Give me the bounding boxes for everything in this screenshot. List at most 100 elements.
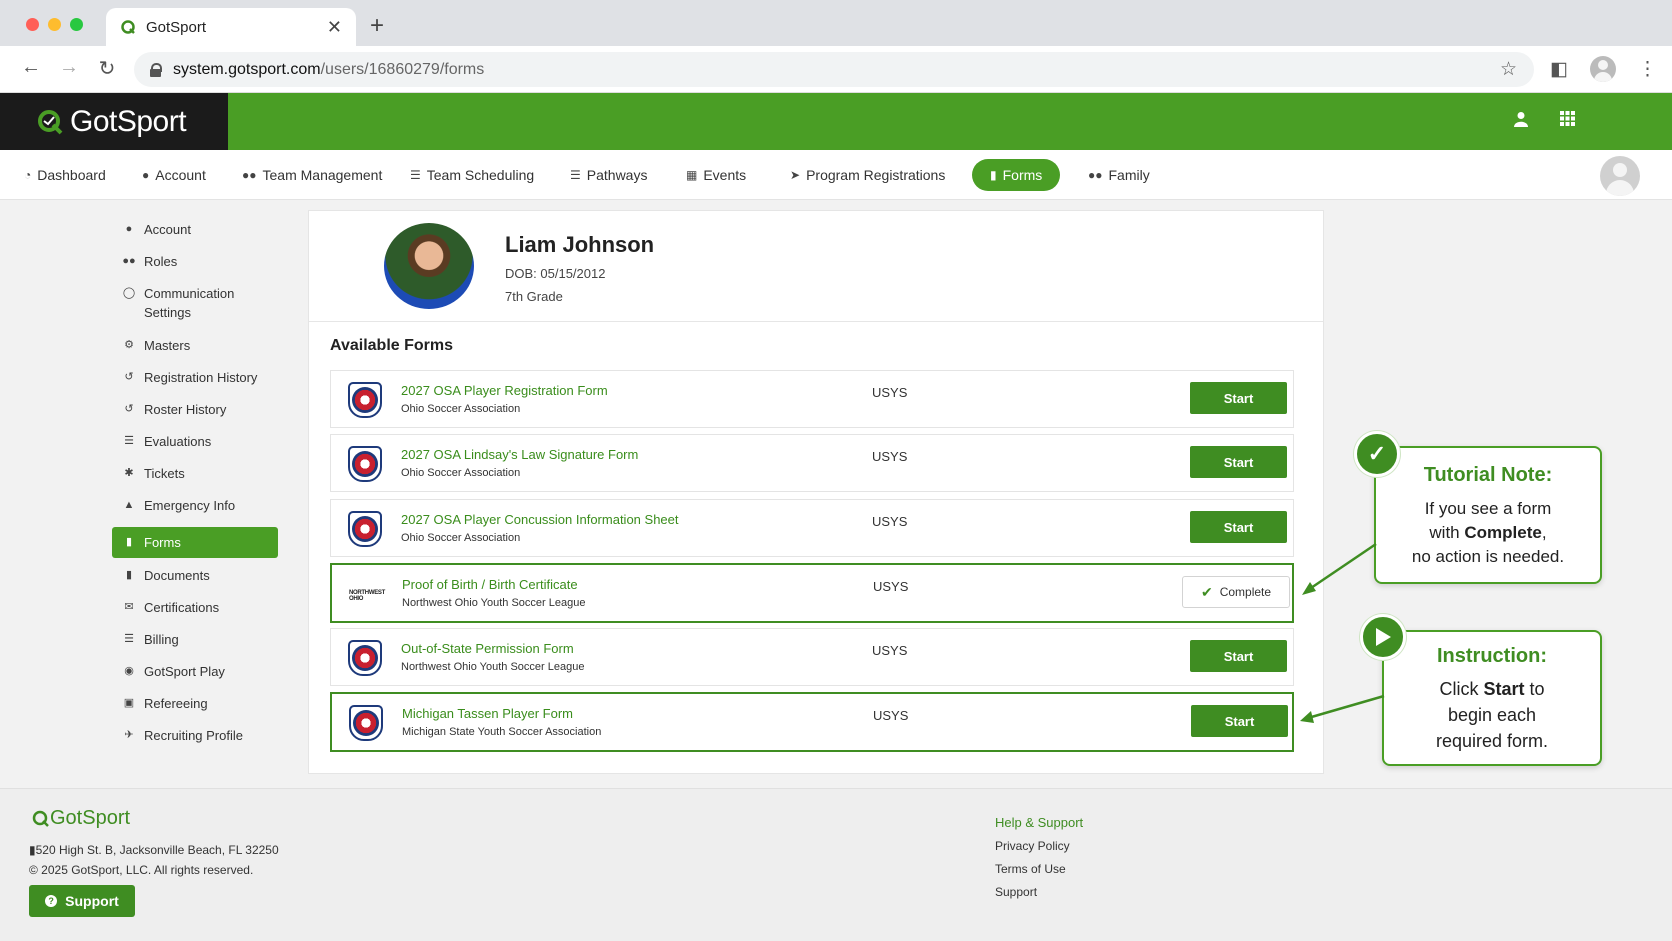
sidebar-item-refereeing[interactable]: ▣ Refereeing	[112, 694, 278, 713]
form-title-link[interactable]: Out-of-State Permission Form	[401, 641, 574, 656]
users-icon: ●●	[122, 255, 136, 267]
user-icon: ●	[142, 168, 150, 182]
nav-forms[interactable]: ▮ Forms	[972, 159, 1061, 191]
start-button[interactable]: Start	[1190, 446, 1287, 478]
sidebar-item-roles[interactable]: ●● Roles	[112, 252, 278, 271]
address-bar[interactable]: system.gotsport.com/users/16860279/forms	[134, 52, 1534, 87]
nav-dashboard[interactable]: ◔ Dashboard	[24, 164, 106, 186]
browser-menu-icon[interactable]: ⋮	[1638, 58, 1657, 81]
footer-copyright: © 2025 GotSport, LLC. All rights reserve…	[29, 863, 254, 877]
bold-text: Start	[1483, 679, 1525, 699]
address-text: 520 High St. B, Jacksonville Beach, FL 3…	[35, 843, 279, 857]
nav-events[interactable]: ▦ Events	[686, 164, 746, 186]
rocket-icon: ✈	[124, 729, 134, 741]
new-tab-icon[interactable]: +	[370, 12, 384, 40]
gear-icon: ⚙	[124, 339, 134, 351]
browser-tab-bar: GotSport ✕ +	[0, 0, 1672, 46]
privacy-policy-link[interactable]: Privacy Policy	[995, 839, 1070, 853]
sidebar-item-communication-settings[interactable]: ◯ Communication Settings	[112, 284, 278, 322]
sidebar-item-label: Communication Settings	[144, 284, 234, 322]
footer: GotSport ▮520 High St. B, Jacksonville B…	[0, 788, 1672, 941]
lock-icon: ▲	[123, 499, 135, 511]
chat-icon: ◯	[122, 287, 136, 299]
reload-icon[interactable]: ↻	[94, 56, 120, 81]
text: to	[1524, 679, 1545, 699]
forward-icon[interactable]: →	[56, 56, 82, 79]
maximize-window-button[interactable]	[70, 18, 83, 31]
form-row: 2027 OSA Player Registration Form Ohio S…	[330, 370, 1294, 428]
back-icon[interactable]: ←	[18, 56, 44, 79]
nav-family[interactable]: ●● Family	[1088, 164, 1150, 186]
sidebar-item-evaluations[interactable]: ☰ Evaluations	[112, 432, 278, 451]
form-title-link[interactable]: Michigan Tassen Player Form	[402, 706, 573, 721]
form-type: USYS	[872, 643, 908, 658]
sidebar-item-masters[interactable]: ⚙ Masters	[112, 336, 278, 355]
form-type: USYS	[873, 579, 909, 594]
form-title-link[interactable]: 2027 OSA Player Registration Form	[401, 383, 608, 398]
users-icon: ●●	[1088, 168, 1103, 182]
file-icon: ▮	[125, 569, 133, 581]
form-title-link[interactable]: 2027 OSA Lindsay's Law Signature Form	[401, 447, 638, 462]
nav-team-scheduling[interactable]: ☰ Team Scheduling	[410, 164, 534, 186]
user-icon[interactable]	[1514, 111, 1528, 132]
sidebar-item-billing[interactable]: ☰ Billing	[112, 630, 278, 649]
sidebar-item-roster-history[interactable]: ↺ Roster History	[112, 400, 278, 419]
sidebar-item-recruiting-profile[interactable]: ✈ Recruiting Profile	[112, 726, 278, 745]
text: ,	[1541, 523, 1547, 542]
profile-name: Liam Johnson	[505, 232, 655, 257]
sidebar-item-registration-history[interactable]: ↺ Registration History	[112, 368, 278, 387]
minimize-window-button[interactable]	[48, 18, 61, 31]
start-button[interactable]: Start	[1190, 382, 1287, 414]
start-button[interactable]: Start	[1191, 705, 1288, 737]
nav-account[interactable]: ● Account	[142, 164, 206, 186]
instruction-arrow	[1300, 694, 1385, 723]
user-avatar[interactable]	[1600, 156, 1640, 196]
callout-line: If you see a form	[1424, 499, 1552, 518]
form-row: 2027 OSA Lindsay's Law Signature Form Oh…	[330, 434, 1294, 492]
check-circle-icon: ✓	[1354, 431, 1400, 477]
terms-of-use-link[interactable]: Terms of Use	[995, 862, 1066, 876]
footer-support-button[interactable]: ? Support	[29, 885, 135, 917]
callout-line: begin each	[1447, 705, 1537, 725]
complete-status-button[interactable]: ✔ Complete	[1182, 576, 1290, 608]
support-link[interactable]: Support	[995, 885, 1037, 899]
form-org: Ohio Soccer Association	[401, 403, 521, 415]
start-button[interactable]: Start	[1190, 640, 1287, 672]
close-window-button[interactable]	[26, 18, 39, 31]
association-badge-icon	[348, 640, 382, 676]
sidebar-item-label: Evaluations	[144, 434, 212, 449]
form-title-link[interactable]: 2027 OSA Player Concussion Information S…	[401, 512, 679, 527]
bookmark-star-icon[interactable]: ☆	[1500, 58, 1517, 81]
apps-grid-icon[interactable]	[1560, 111, 1575, 131]
sidebar-item-certifications[interactable]: ✉ Certifications	[112, 598, 278, 617]
nav-program-registrations[interactable]: ➤ Program Registrations	[790, 164, 945, 186]
sidebar-item-label: Registration History	[144, 370, 258, 385]
gotsport-logo[interactable]: GotSport	[0, 93, 228, 150]
sidebar-item-forms[interactable]: ▮ Forms	[112, 527, 278, 558]
sidebar-item-gotsport-play[interactable]: ◉ GotSport Play	[112, 662, 278, 681]
form-row: 2027 OSA Player Concussion Information S…	[330, 499, 1294, 557]
sidebar-item-emergency-info[interactable]: ▲ Emergency Info	[112, 496, 278, 515]
footer-logo[interactable]: GotSport	[32, 807, 130, 830]
callout-line: Click Start to	[1384, 676, 1600, 702]
file-icon: ▮	[990, 168, 997, 182]
nav-label: Program Registrations	[806, 167, 946, 183]
callout-line: no action is needed.	[1411, 547, 1565, 566]
close-tab-icon[interactable]: ✕	[327, 17, 342, 38]
browser-profile-avatar[interactable]	[1590, 56, 1616, 82]
start-button[interactable]: Start	[1190, 511, 1287, 543]
sidebar-item-account[interactable]: ● Account	[112, 220, 278, 239]
sidebar-item-label: GotSport Play	[144, 664, 225, 679]
text: Click	[1439, 679, 1484, 699]
sidebar-item-tickets[interactable]: ✱ Tickets	[112, 464, 278, 483]
nav-team-management[interactable]: ●● Team Management	[242, 164, 382, 186]
lock-icon	[150, 63, 162, 77]
side-panel-icon[interactable]: ◧	[1550, 58, 1568, 81]
browser-tab[interactable]: GotSport ✕	[106, 8, 356, 46]
users-icon: ●●	[242, 168, 257, 182]
help-support-link[interactable]: Help & Support	[995, 815, 1083, 830]
sidebar-item-documents[interactable]: ▮ Documents	[112, 566, 278, 585]
sidebar-item-label: Recruiting Profile	[144, 728, 243, 743]
form-title-link[interactable]: Proof of Birth / Birth Certificate	[402, 577, 578, 592]
nav-pathways[interactable]: ☰ Pathways	[570, 164, 647, 186]
